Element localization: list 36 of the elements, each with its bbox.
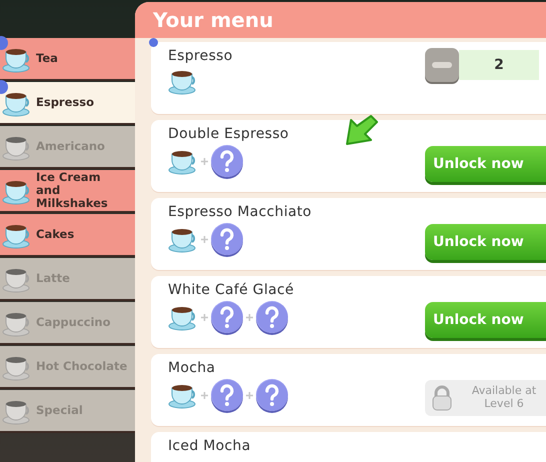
unlock-button[interactable]: Unlock now — [425, 224, 546, 260]
minus-icon — [432, 62, 452, 68]
category-label: Tea — [36, 52, 58, 66]
question-mark-icon — [256, 301, 288, 333]
question-mark-icon — [211, 223, 243, 255]
plus-icon — [201, 314, 208, 320]
question-mark-icon — [211, 301, 243, 333]
category-label: Ice Cream and Milkshakes — [36, 170, 109, 210]
plus-icon — [201, 236, 208, 242]
arrow-icon — [343, 112, 379, 148]
category-tab[interactable]: Espresso — [0, 82, 135, 125]
minus-button[interactable] — [425, 48, 459, 82]
item-name: Iced Mocha — [168, 438, 251, 454]
item-name: White Café Glacé — [168, 282, 294, 298]
item-name: Double Espresso — [168, 126, 289, 142]
question-mark-icon — [211, 379, 243, 411]
quantity-value: 2 — [459, 50, 539, 80]
unlock-level-text: Available at Level 6 — [470, 385, 538, 411]
plus-icon — [201, 158, 208, 164]
plus-icon — [246, 392, 253, 398]
item-name: Espresso — [168, 48, 233, 64]
category-tab[interactable]: Tea — [0, 38, 135, 81]
question-mark-icon — [211, 145, 243, 177]
category-label: Espresso — [36, 96, 94, 110]
unlock-button[interactable]: Unlock now — [425, 302, 546, 338]
category-tab[interactable]: Cakes — [0, 214, 135, 257]
item-name: Espresso Macchiato — [168, 204, 312, 220]
panel-title: Your menu — [135, 2, 546, 38]
plus-icon — [246, 314, 253, 320]
category-tab[interactable]: Ice Cream and Milkshakes — [0, 170, 135, 213]
question-mark-icon — [256, 379, 288, 411]
padlock-icon — [431, 385, 453, 411]
unlock-button[interactable]: Unlock now — [425, 146, 546, 182]
item-name: Mocha — [168, 360, 216, 376]
category-label: Cakes — [36, 228, 74, 242]
plus-icon — [201, 392, 208, 398]
